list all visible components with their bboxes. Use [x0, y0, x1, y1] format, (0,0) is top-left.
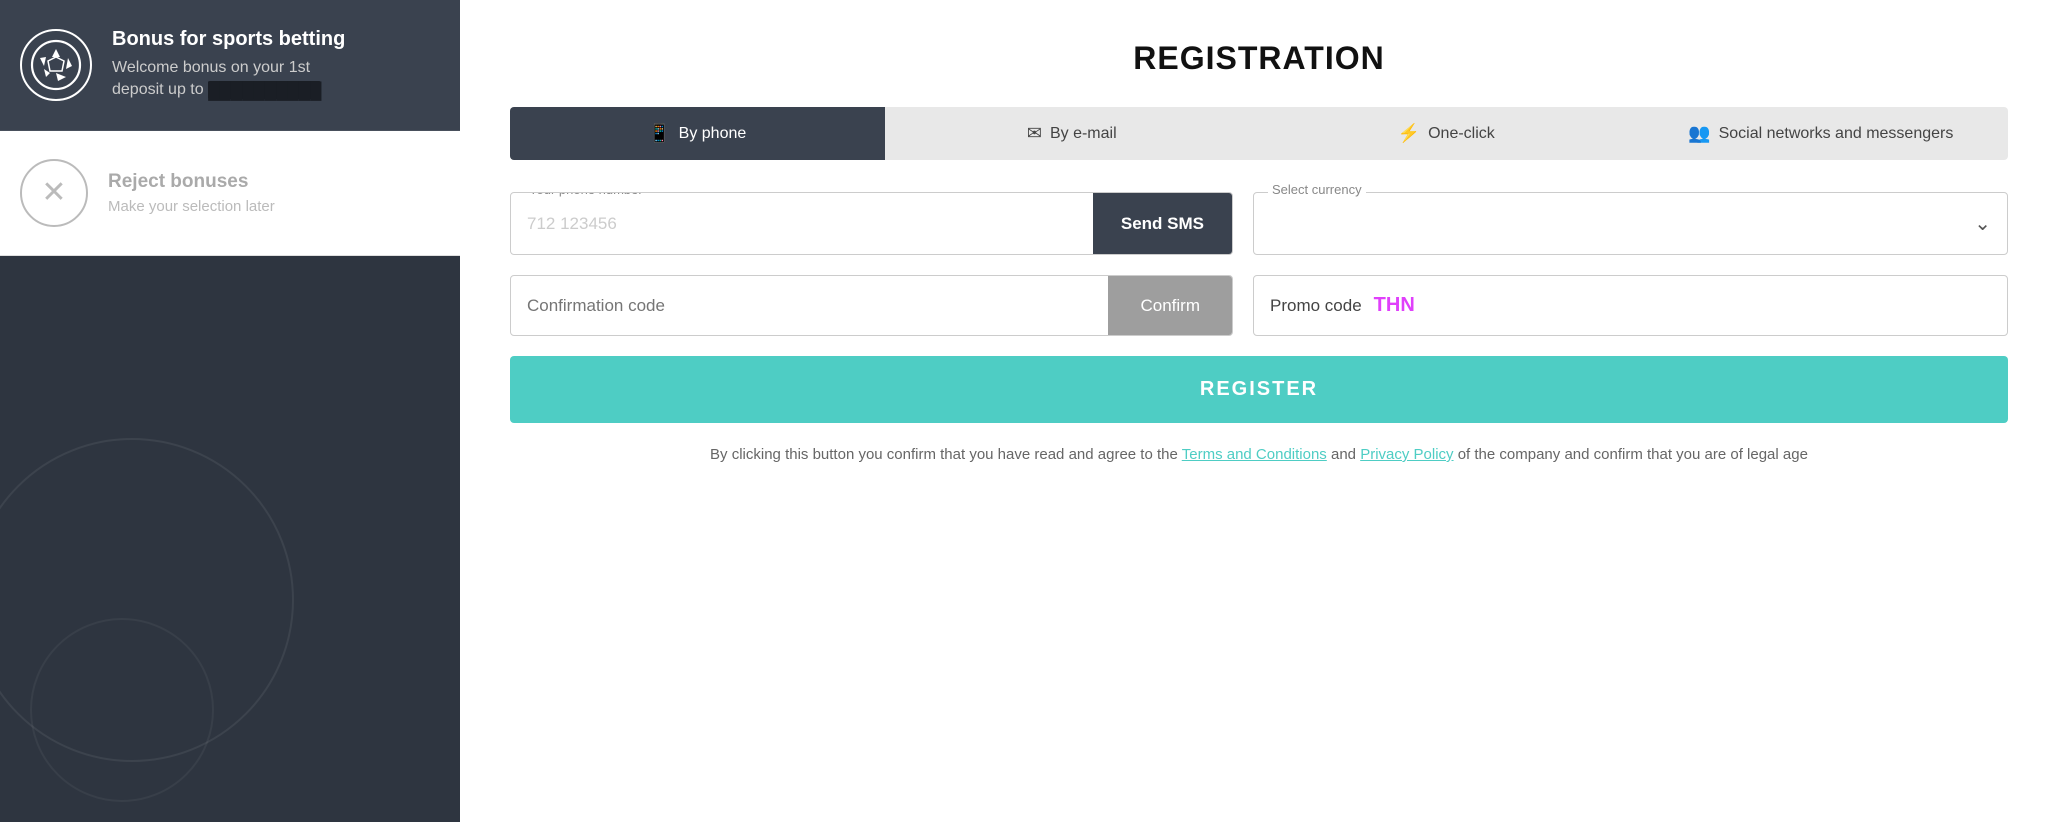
confirmation-input[interactable] [511, 276, 1108, 335]
reject-card[interactable]: ✕ Reject bonuses Make your selection lat… [0, 131, 460, 256]
tab-social[interactable]: 👥 Social networks and messengers [1634, 107, 2009, 160]
reject-title: Reject bonuses [108, 171, 275, 193]
social-icon: 👥 [1688, 123, 1710, 144]
disclaimer-suffix: of the company and confirm that you are … [1454, 446, 1808, 463]
phone-input[interactable] [511, 193, 1093, 254]
left-panel: Bonus for sports betting Welcome bonus o… [0, 0, 460, 822]
phone-field-label: Your phone number [525, 192, 647, 197]
tab-by-phone[interactable]: 📱 By phone [510, 107, 885, 160]
tab-one-click-label: One-click [1428, 125, 1495, 143]
bonus-card[interactable]: Bonus for sports betting Welcome bonus o… [0, 0, 460, 131]
disclaimer-text: By clicking this button you confirm that… [510, 443, 2008, 467]
phone-input-group: Your phone number Send SMS [510, 192, 1233, 255]
currency-select-group[interactable]: Select currency ⌄ [1253, 192, 2008, 255]
chevron-down-icon: ⌄ [1974, 211, 1991, 236]
tab-by-phone-label: By phone [679, 125, 747, 143]
confirmation-input-group: Confirm [510, 275, 1233, 336]
tab-by-email[interactable]: ✉ By e-mail [885, 107, 1260, 160]
confirmation-promo-row: Confirm Promo code THN [510, 275, 2008, 336]
confirm-button[interactable]: Confirm [1108, 276, 1232, 335]
register-button[interactable]: REGISTER [510, 356, 2008, 423]
email-icon: ✉ [1027, 123, 1042, 144]
bonus-text: Bonus for sports betting Welcome bonus o… [112, 28, 345, 102]
bonus-description: Welcome bonus on your 1st deposit up to … [112, 57, 345, 102]
promo-label: Promo code [1270, 296, 1362, 316]
send-sms-button[interactable]: Send SMS [1093, 193, 1232, 254]
tab-one-click[interactable]: ⚡ One-click [1259, 107, 1634, 160]
disclaimer-middle: and [1327, 446, 1360, 463]
privacy-link[interactable]: Privacy Policy [1360, 446, 1453, 463]
currency-field-label: Select currency [1268, 182, 1366, 197]
disclaimer-prefix: By clicking this button you confirm that… [710, 446, 1182, 463]
terms-link[interactable]: Terms and Conditions [1182, 446, 1327, 463]
reject-subtitle: Make your selection later [108, 198, 275, 215]
promo-value: THN [1374, 294, 1415, 317]
phone-currency-row: Your phone number Send SMS Select curren… [510, 192, 2008, 255]
tab-social-label: Social networks and messengers [1719, 125, 1954, 143]
redacted-value: ██████████ [208, 81, 321, 99]
promo-input-group[interactable]: Promo code THN [1253, 275, 2008, 336]
lightning-icon: ⚡ [1398, 123, 1420, 144]
reject-text: Reject bonuses Make your selection later [108, 171, 275, 215]
tab-by-email-label: By e-mail [1050, 125, 1117, 143]
right-panel: REGISTRATION 📱 By phone ✉ By e-mail ⚡ On… [460, 0, 2058, 822]
registration-title: REGISTRATION [510, 40, 2008, 77]
reject-icon: ✕ [20, 159, 88, 227]
bonus-title: Bonus for sports betting [112, 28, 345, 51]
phone-icon: 📱 [648, 123, 670, 144]
soccer-icon [20, 29, 92, 101]
tabs-container: 📱 By phone ✉ By e-mail ⚡ One-click 👥 Soc… [510, 107, 2008, 160]
